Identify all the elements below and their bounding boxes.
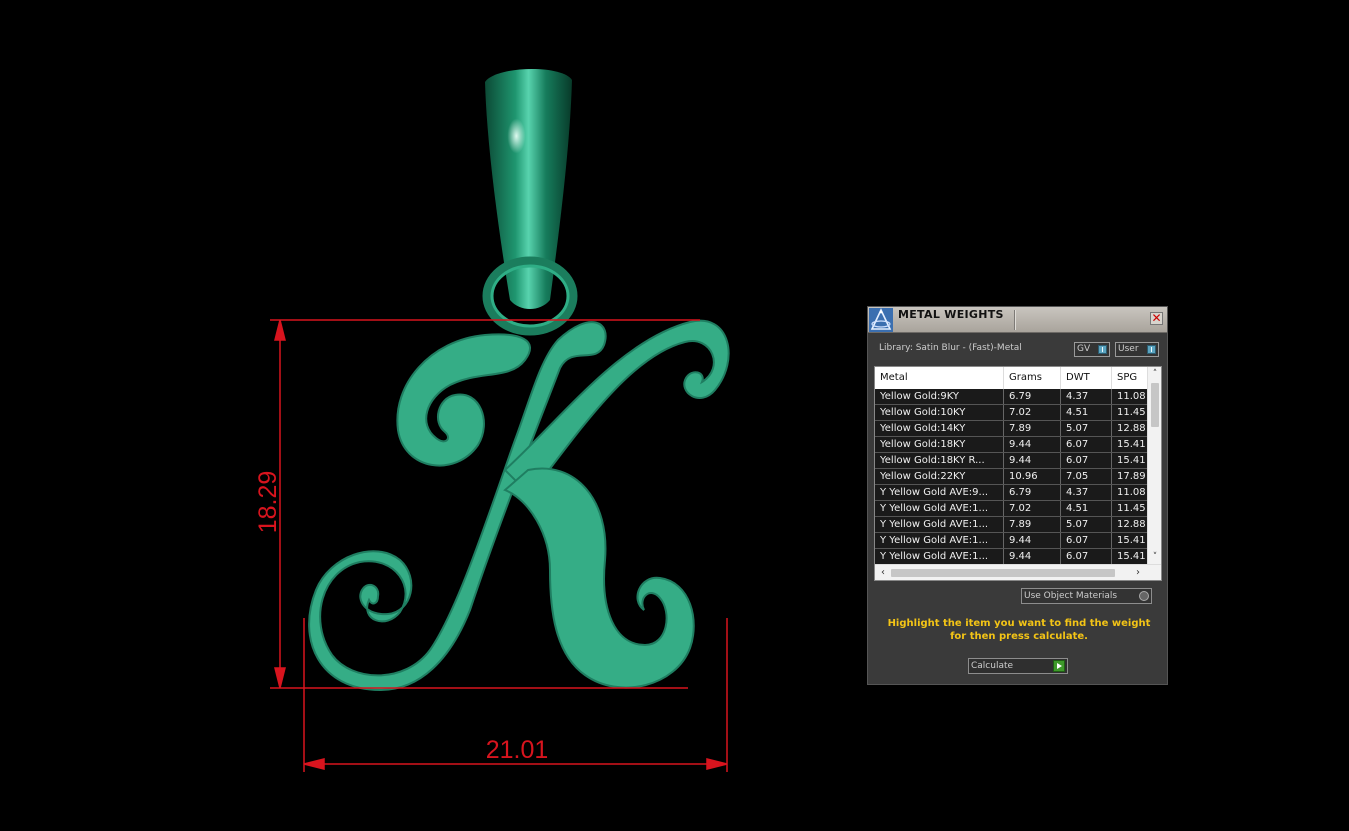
table-row[interactable]: Y Yellow Gold AVE:1... 9.44 6.07 15.41 xyxy=(875,533,1147,549)
app-logo-icon xyxy=(869,308,893,332)
column-header-spg[interactable]: SPG xyxy=(1112,367,1152,389)
cell-spg: 11.45 xyxy=(1117,503,1146,514)
cell-dwt: 5.07 xyxy=(1061,517,1112,532)
instruction-text: Highlight the item you want to find the … xyxy=(887,618,1151,642)
table-row[interactable]: Y Yellow Gold AVE:1... 7.89 5.07 12.88 xyxy=(875,517,1147,533)
cell-spg: 12.88 xyxy=(1117,519,1146,530)
gv-toggle-switch-icon xyxy=(1098,345,1107,354)
cell-grams: 10.96 xyxy=(1004,469,1061,484)
calculate-button[interactable]: Calculate xyxy=(968,658,1068,674)
table-row[interactable]: Y Yellow Gold AVE:1... 9.44 6.07 15.41 xyxy=(875,549,1147,565)
vertical-scrollbar[interactable]: ˄ ˅ xyxy=(1147,367,1161,564)
cell-grams: 9.44 xyxy=(1004,549,1061,564)
user-toggle-switch-icon xyxy=(1147,345,1156,354)
table-header: Metal Grams DWT SPG xyxy=(875,367,1147,390)
cell-dwt: 4.51 xyxy=(1061,501,1112,516)
cell-metal: Yellow Gold:10KY xyxy=(875,405,1004,420)
cell-dwt: 4.37 xyxy=(1061,485,1112,500)
horizontal-scroll-thumb[interactable] xyxy=(891,569,1115,577)
cell-spg: 17.89 xyxy=(1117,471,1146,482)
cell-metal: Y Yellow Gold AVE:1... xyxy=(875,517,1004,532)
cell-metal: Yellow Gold:14KY xyxy=(875,421,1004,436)
checkbox-indicator-icon xyxy=(1139,591,1149,601)
panel-title: METAL WEIGHTS xyxy=(898,308,1004,321)
table-row[interactable]: Yellow Gold:18KY R... 9.44 6.07 15.41 xyxy=(875,453,1147,469)
cell-metal: Y Yellow Gold AVE:1... xyxy=(875,533,1004,548)
scroll-left-icon[interactable]: ‹ xyxy=(876,565,890,580)
table-row[interactable]: Yellow Gold:18KY 9.44 6.07 15.41 xyxy=(875,437,1147,453)
user-toggle[interactable]: User xyxy=(1115,342,1159,357)
cell-dwt: 7.05 xyxy=(1061,469,1112,484)
horizontal-scrollbar[interactable]: ‹ › xyxy=(875,564,1161,580)
cell-metal: Y Yellow Gold AVE:1... xyxy=(875,501,1004,516)
column-header-dwt[interactable]: DWT xyxy=(1061,367,1112,389)
cell-metal: Y Yellow Gold AVE:9... xyxy=(875,485,1004,500)
cell-grams: 7.02 xyxy=(1004,501,1061,516)
cell-dwt: 4.51 xyxy=(1061,405,1112,420)
cell-dwt: 6.07 xyxy=(1061,453,1112,468)
cell-grams: 9.44 xyxy=(1004,533,1061,548)
cell-grams: 7.89 xyxy=(1004,421,1061,436)
cell-spg: 15.41 xyxy=(1117,439,1146,450)
table-body: Yellow Gold:9KY 6.79 4.37 11.08 Yellow Gold:… xyxy=(875,389,1147,565)
dimension-width-label: 21.01 xyxy=(486,736,549,764)
table-row[interactable]: Yellow Gold:9KY 6.79 4.37 11.08 xyxy=(875,389,1147,405)
column-header-metal[interactable]: Metal xyxy=(875,367,1004,389)
cell-grams: 7.02 xyxy=(1004,405,1061,420)
cell-dwt: 6.07 xyxy=(1061,533,1112,548)
pendant-bail xyxy=(482,68,578,336)
library-label: Library: Satin Blur - (Fast)-Metal xyxy=(879,343,1022,353)
cell-grams: 9.44 xyxy=(1004,453,1061,468)
calculate-label: Calculate xyxy=(971,661,1014,671)
gv-toggle-label: GV xyxy=(1077,344,1091,354)
vertical-scroll-thumb[interactable] xyxy=(1151,383,1159,427)
table-row[interactable]: Y Yellow Gold AVE:9... 6.79 4.37 11.08 xyxy=(875,485,1147,501)
table-row[interactable]: Yellow Gold:10KY 7.02 4.51 11.45 xyxy=(875,405,1147,421)
pendant-letter-k xyxy=(308,319,730,692)
cell-spg: 11.08 xyxy=(1117,391,1146,402)
cell-spg: 15.41 xyxy=(1117,535,1146,546)
scroll-up-icon[interactable]: ˄ xyxy=(1148,367,1161,381)
cell-spg: 15.41 xyxy=(1117,551,1146,562)
cell-spg: 11.45 xyxy=(1117,407,1146,418)
scroll-right-icon[interactable]: › xyxy=(1131,565,1145,580)
use-object-materials-label: Use Object Materials xyxy=(1024,591,1118,601)
cell-metal: Yellow Gold:22KY xyxy=(875,469,1004,484)
cell-dwt: 4.37 xyxy=(1061,389,1112,404)
play-icon xyxy=(1053,660,1065,672)
cell-spg: 12.88 xyxy=(1117,423,1146,434)
dimension-height-label: 18.29 xyxy=(254,471,282,534)
cell-spg: 11.08 xyxy=(1117,487,1146,498)
user-toggle-label: User xyxy=(1118,344,1139,354)
close-button[interactable]: ✕ xyxy=(1150,312,1163,325)
cell-grams: 6.79 xyxy=(1004,485,1061,500)
table-row[interactable]: Yellow Gold:14KY 7.89 5.07 12.88 xyxy=(875,421,1147,437)
metal-weights-panel: METAL WEIGHTS ✕ Library: Satin Blur - (F… xyxy=(867,306,1168,685)
title-divider xyxy=(1014,310,1016,330)
cell-dwt: 6.07 xyxy=(1061,549,1112,564)
use-object-materials-checkbox[interactable]: Use Object Materials xyxy=(1021,588,1152,604)
table-row[interactable]: Y Yellow Gold AVE:1... 7.02 4.51 11.45 xyxy=(875,501,1147,517)
panel-titlebar[interactable]: METAL WEIGHTS ✕ xyxy=(868,307,1167,333)
table-row[interactable]: Yellow Gold:22KY 10.96 7.05 17.89 xyxy=(875,469,1147,485)
cell-metal: Yellow Gold:18KY R... xyxy=(875,453,1004,468)
cell-grams: 7.89 xyxy=(1004,517,1061,532)
cell-dwt: 5.07 xyxy=(1061,421,1112,436)
cell-metal: Yellow Gold:18KY xyxy=(875,437,1004,452)
cell-spg: 15.41 xyxy=(1117,455,1146,466)
column-header-grams[interactable]: Grams xyxy=(1004,367,1061,389)
gv-toggle[interactable]: GV xyxy=(1074,342,1110,357)
scroll-down-icon[interactable]: ˅ xyxy=(1148,550,1161,564)
cell-grams: 6.79 xyxy=(1004,389,1061,404)
metal-table: Metal Grams DWT SPG Yellow Gold:9KY 6.79 4… xyxy=(874,366,1162,581)
cell-grams: 9.44 xyxy=(1004,437,1061,452)
cell-metal: Y Yellow Gold AVE:1... xyxy=(875,549,1004,564)
cell-metal: Yellow Gold:9KY xyxy=(875,389,1004,404)
cell-dwt: 6.07 xyxy=(1061,437,1112,452)
